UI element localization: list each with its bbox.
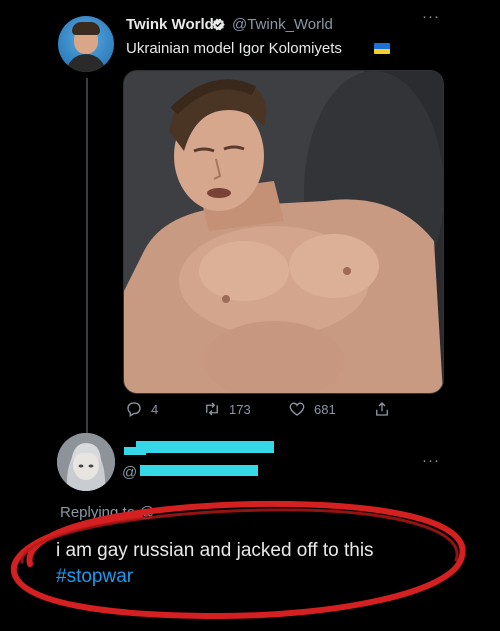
more-options-icon[interactable]: ··· <box>422 8 440 25</box>
heart-icon <box>289 402 305 416</box>
retweet-action[interactable]: 173 <box>203 400 251 418</box>
redacted-reply-name-part <box>124 447 146 455</box>
reply-more-options-icon[interactable]: ··· <box>422 452 440 469</box>
tweet-media-image[interactable] <box>123 70 444 394</box>
tweet-actions: 4 173 681 <box>125 400 425 420</box>
share-action[interactable] <box>373 400 391 418</box>
reply-text-body: i am gay russian and jacked off to this <box>56 540 374 561</box>
photo-illustration <box>124 71 443 393</box>
redacted-reply-handle <box>140 465 258 476</box>
thread-line <box>86 78 88 446</box>
reply-action[interactable]: 4 <box>125 400 158 418</box>
reply-author-handle[interactable]: @ <box>122 464 137 481</box>
ukraine-flag-icon <box>374 43 390 54</box>
retweet-count: 173 <box>229 401 251 417</box>
retweet-icon <box>206 402 218 416</box>
verified-badge-icon <box>212 18 225 31</box>
like-action[interactable]: 681 <box>288 400 336 418</box>
author-avatar[interactable] <box>58 16 114 72</box>
like-count: 681 <box>314 401 336 417</box>
tweet-text: Ukrainian model Igor Kolomiyets <box>126 40 342 57</box>
anime-avatar-illustration <box>57 433 115 491</box>
reply-icon <box>127 402 141 417</box>
reply-count: 4 <box>151 401 159 417</box>
author-handle[interactable]: @Twink_World <box>232 16 333 33</box>
share-icon <box>376 402 388 416</box>
author-name[interactable]: Twink World <box>126 16 214 33</box>
redacted-reply-name <box>136 441 274 453</box>
replying-to-label: Replying to @ <box>60 504 155 521</box>
stopwar-hashtag[interactable]: #stopwar <box>56 566 133 587</box>
reply-author-avatar[interactable] <box>57 433 115 491</box>
reply-text: i am gay russian and jacked off to this … <box>56 538 436 590</box>
